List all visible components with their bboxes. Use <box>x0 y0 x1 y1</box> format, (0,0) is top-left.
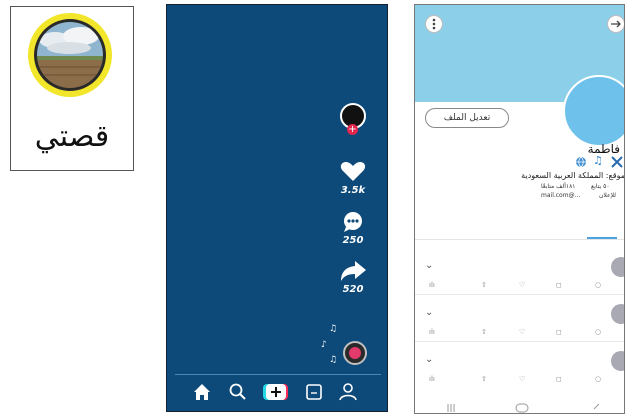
back-icon[interactable] <box>591 403 601 413</box>
story-ring <box>28 13 112 97</box>
recent-apps-icon[interactable] <box>445 403 457 413</box>
heart-outline-icon[interactable]: ♡ <box>519 375 525 383</box>
post-actions: ılı ⇧ ♡ ◻ ○ <box>415 281 624 291</box>
profile-icon[interactable] <box>337 381 359 403</box>
share-icon[interactable]: ⇧ <box>481 375 487 383</box>
views-icon[interactable]: ılı <box>429 328 435 336</box>
nav-divider <box>175 374 381 375</box>
system-nav-bar <box>415 400 624 413</box>
home-icon[interactable] <box>191 381 213 403</box>
repost-icon[interactable]: ◻ <box>556 281 562 289</box>
forward-arrow-icon[interactable] <box>607 15 624 33</box>
story-card[interactable]: قصتي <box>10 6 134 171</box>
music-disc[interactable] <box>343 341 367 365</box>
profile-location: الموقع: المملكة العربية السعودية <box>521 171 625 180</box>
follow-plus-icon[interactable]: + <box>347 124 358 135</box>
comment-icon[interactable]: ○ <box>595 375 601 383</box>
repost-icon[interactable]: ◻ <box>556 375 562 383</box>
stat-followers[interactable]: ١٨١ألف متابعًا <box>541 183 576 190</box>
chevron-down-icon[interactable]: ⌄ <box>425 307 433 318</box>
create-plus-icon[interactable] <box>263 381 289 403</box>
home-button-icon[interactable] <box>515 403 529 413</box>
profile-email[interactable]: ...@mail.com <box>541 192 580 199</box>
search-icon[interactable] <box>227 381 249 403</box>
inbox-icon[interactable] <box>303 381 325 403</box>
share-count: 520 <box>342 284 364 295</box>
like-button[interactable]: 3.5k <box>333 161 373 201</box>
stat-ads: للإعلان <box>599 192 616 199</box>
repost-icon[interactable]: ◻ <box>556 328 562 336</box>
comment-icon[interactable]: ○ <box>595 328 601 336</box>
post-actions: ılı ⇧ ♡ ◻ ○ <box>415 375 624 385</box>
x-logo-icon[interactable] <box>611 156 623 168</box>
heart-outline-icon[interactable]: ♡ <box>519 281 525 289</box>
music-note-icon: ♪ <box>321 340 327 350</box>
share-icon[interactable]: ⇧ <box>481 281 487 289</box>
comment-count: 250 <box>342 235 364 246</box>
chevron-down-icon[interactable]: ⌄ <box>425 354 433 365</box>
music-note-icon: ♫ <box>329 324 338 334</box>
comment-icon[interactable]: ○ <box>595 281 601 289</box>
globe-icon[interactable] <box>575 156 587 168</box>
active-tab-indicator[interactable] <box>587 237 617 239</box>
views-icon[interactable]: ılı <box>429 375 435 383</box>
creator-avatar-group[interactable]: + <box>333 103 373 143</box>
more-options-icon[interactable] <box>425 15 443 33</box>
story-thumbnail <box>34 19 106 91</box>
like-count: 3.5k <box>340 185 366 196</box>
heart-icon <box>340 162 366 181</box>
share-arrow-icon <box>341 261 366 281</box>
music-note-icon[interactable]: ♫ <box>593 154 603 167</box>
video-screen: + 3.5k 250 520 ♫ ♪ ♫ <box>166 4 388 412</box>
tabs-divider <box>415 239 624 240</box>
heart-outline-icon[interactable]: ♡ <box>519 328 525 336</box>
landscape-image <box>37 22 103 88</box>
post-avatar <box>611 351 624 371</box>
story-label: قصتي <box>34 119 110 154</box>
music-note-icon: ♫ <box>329 355 338 365</box>
post-avatar <box>611 304 624 324</box>
list-item[interactable]: ⌄ ılı ⇧ ♡ ◻ ○ <box>415 347 624 389</box>
share-button[interactable]: 520 <box>333 260 373 300</box>
bottom-nav <box>167 377 387 407</box>
post-actions: ılı ⇧ ♡ ◻ ○ <box>415 328 624 338</box>
comment-button[interactable]: 250 <box>333 211 373 251</box>
chevron-down-icon[interactable]: ⌄ <box>425 260 433 271</box>
list-item[interactable]: ⌄ ılı ⇧ ♡ ◻ ○ <box>415 253 624 295</box>
views-icon[interactable]: ılı <box>429 281 435 289</box>
profile-screen: تعديل الملف فاطمة ♫ الموقع: المملكة العر… <box>414 4 625 414</box>
post-avatar <box>611 257 624 277</box>
edit-profile-button[interactable]: تعديل الملف <box>425 108 509 128</box>
stat-following[interactable]: ٥٠ يتابع <box>591 183 610 190</box>
share-icon[interactable]: ⇧ <box>481 328 487 336</box>
comment-bubble-icon <box>344 212 362 232</box>
social-links: ♫ <box>575 154 624 168</box>
list-item[interactable]: ⌄ ılı ⇧ ♡ ◻ ○ <box>415 300 624 342</box>
profile-avatar[interactable] <box>563 75 624 147</box>
